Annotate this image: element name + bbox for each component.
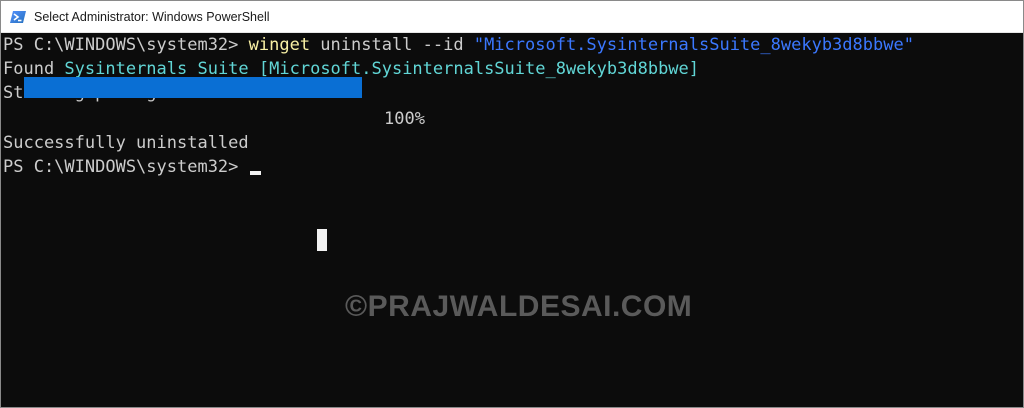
- window-title: Select Administrator: Windows PowerShell: [34, 9, 270, 24]
- package-id: [Microsoft.SysinternalsSuite_8wekyb3d8bb…: [258, 59, 700, 79]
- progress-bar: [24, 77, 362, 98]
- command-string-arg: "Microsoft.SysinternalsSuite_8wekyb3d8bb…: [473, 35, 914, 55]
- found-separator: [249, 59, 259, 79]
- prompt-text: PS C:\WINDOWS\system32>: [3, 35, 249, 55]
- console-output[interactable]: PS C:\WINDOWS\system32> winget uninstall…: [1, 33, 1023, 407]
- powershell-window: Select Administrator: Windows PowerShell…: [0, 0, 1024, 408]
- found-prefix: Found: [3, 59, 65, 79]
- title-bar[interactable]: Select Administrator: Windows PowerShell: [1, 1, 1023, 33]
- progress-fill: [24, 77, 362, 98]
- prompt-text: PS C:\WINDOWS\system32>: [3, 157, 249, 177]
- command-args: uninstall --id: [310, 35, 474, 55]
- package-name: Sysinternals Suite: [64, 59, 249, 79]
- progress-percent: 100%: [384, 109, 425, 129]
- powershell-icon: [10, 10, 26, 23]
- text-cursor: [249, 171, 261, 175]
- console-line-prompt: PS C:\WINDOWS\system32>: [3, 155, 261, 179]
- mouse-ibeam-cursor: [317, 229, 327, 251]
- watermark: ©PRAJWALDESAI.COM: [345, 290, 693, 323]
- console-line-success: Successfully uninstalled: [3, 133, 249, 153]
- command-name: winget: [248, 35, 311, 55]
- console-line-command: PS C:\WINDOWS\system32> winget uninstall…: [3, 33, 914, 57]
